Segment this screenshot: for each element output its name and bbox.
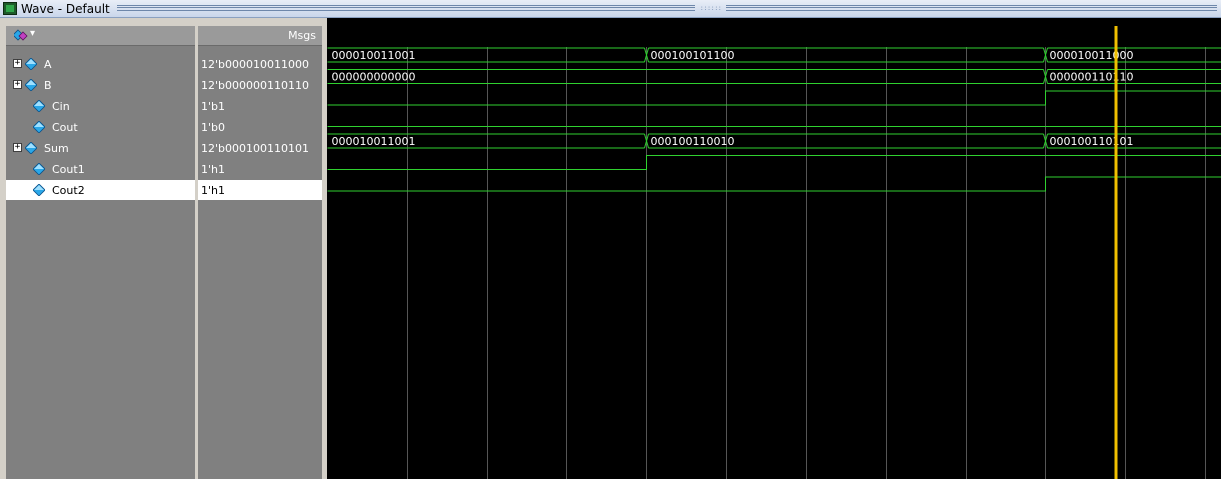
bit-waveform-cin	[327, 90, 1221, 106]
plus-icon[interactable]: +	[13, 143, 22, 152]
signal-name-label: Cout1	[52, 163, 85, 176]
wave-window-icon	[3, 2, 17, 15]
title-grip[interactable]: ::::::	[700, 6, 722, 12]
signal-value-label: 1'h1	[201, 163, 225, 176]
signal-value-a[interactable]: 12'b000010011000	[198, 54, 322, 74]
signal-name-b[interactable]: + B	[6, 75, 195, 95]
wave-gap	[327, 18, 1221, 26]
diamond-icon	[33, 100, 45, 112]
signal-value-label: 12'b000010011000	[201, 58, 309, 71]
diamond-icon	[33, 184, 45, 196]
bit-waveform-cout1	[327, 155, 1221, 170]
signal-name-label: B	[44, 79, 52, 92]
bus-value-label: 000000110110	[1050, 71, 1134, 84]
diamond-icon	[33, 163, 45, 175]
signal-name-a[interactable]: + A	[6, 54, 195, 74]
bus-value-label: 000100110010	[651, 135, 735, 148]
bus-value-label: 000010011001	[332, 49, 416, 62]
signal-name-sum[interactable]: + Sum	[6, 138, 195, 158]
msgs-label: Msgs	[288, 29, 316, 42]
signal-value-label: 1'b1	[201, 100, 226, 113]
chevron-down-icon[interactable]: ▾	[30, 28, 35, 39]
waveform-canvas[interactable]: 000010011001 000100101100 000010011000 0000…	[327, 26, 1221, 479]
time-cursor[interactable]	[1114, 26, 1118, 479]
signal-value-cin[interactable]: 1'b1	[198, 96, 322, 116]
signal-name-cin[interactable]: Cin	[6, 96, 195, 116]
signal-value-cout[interactable]: 1'b0	[198, 117, 322, 137]
signal-name-cout[interactable]: Cout	[6, 117, 195, 137]
plus-icon[interactable]: +	[13, 59, 22, 68]
bus-value-label: 000000000000	[332, 71, 416, 84]
diamond-icon	[25, 79, 37, 91]
diamond-icon	[33, 121, 45, 133]
wave-window: Wave - Default :::::: ▾ Msgs + A 12'b00001…	[0, 0, 1221, 479]
name-pane-header: ▾	[6, 26, 195, 46]
signal-value-label: 1'h1	[201, 184, 225, 197]
signal-name-label: A	[44, 58, 52, 71]
bus-value-label: 000010011001	[332, 135, 416, 148]
title-bar[interactable]: Wave - Default ::::::	[0, 0, 1221, 18]
bus-value-label: 000100110101	[1050, 135, 1134, 148]
bus-value-label: 000100101100	[651, 49, 735, 62]
plus-icon[interactable]: +	[13, 80, 22, 89]
signal-name-label: Sum	[44, 142, 69, 155]
signal-value-label: 12'b000000110110	[201, 79, 309, 92]
signal-name-cout2[interactable]: Cout2	[6, 180, 195, 200]
signal-name-cout1[interactable]: Cout1	[6, 159, 195, 179]
value-pane-header: Msgs	[198, 26, 322, 46]
pane-gap	[0, 18, 327, 26]
signal-value-sum[interactable]: 12'b000100110101	[198, 138, 322, 158]
signal-group-icon[interactable]	[14, 29, 28, 43]
signal-value-label: 12'b000100110101	[201, 142, 309, 155]
signal-value-label: 1'b0	[201, 121, 226, 134]
window-title: Wave - Default	[21, 2, 110, 16]
signal-name-label: Cout2	[52, 184, 85, 197]
waveform-pane[interactable]: 000010011001 000100101100 000010011000 0000…	[327, 26, 1221, 479]
diamond-icon	[25, 142, 37, 154]
diamond-icon	[25, 58, 37, 70]
signal-name-label: Cin	[52, 100, 70, 113]
bus-value-label: 000010011000	[1050, 49, 1134, 62]
signal-value-b[interactable]: 12'b000000110110	[198, 75, 322, 95]
bit-waveform-cout2	[327, 176, 1221, 192]
signal-name-label: Cout	[52, 121, 78, 134]
signal-value-cout2[interactable]: 1'h1	[198, 180, 322, 200]
signal-value-cout1[interactable]: 1'h1	[198, 159, 322, 179]
bus-segment	[327, 69, 1046, 84]
